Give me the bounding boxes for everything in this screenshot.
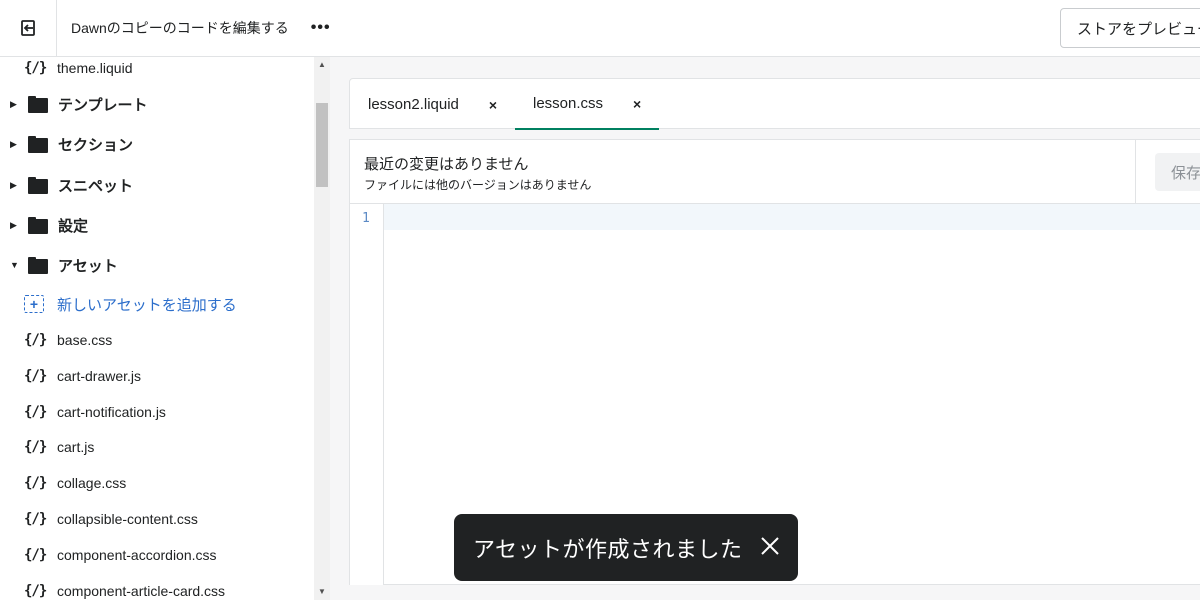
folder-icon	[28, 217, 48, 234]
file-tree-sidebar: {/} theme.liquid ▶ テンプレート ▶ セクション ▶ スニペッ…	[0, 57, 330, 600]
folder-icon	[28, 177, 48, 194]
exit-arrow-icon	[21, 20, 35, 36]
tab-lesson2-liquid[interactable]: lesson2.liquid ×	[368, 79, 497, 130]
tab-close-icon[interactable]: ×	[489, 97, 497, 113]
add-asset-label: 新しいアセットを追加する	[57, 296, 237, 314]
file-item-collage-css[interactable]: {/} collage.css	[0, 467, 314, 499]
caret-right-icon: ▶	[10, 179, 17, 190]
file-item-label: cart-drawer.js	[57, 368, 142, 384]
file-item-component-accordion-css[interactable]: {/} component-accordion.css	[0, 539, 314, 571]
tab-lesson-css[interactable]: lesson.css ×	[515, 79, 660, 130]
file-item-label: theme.liquid	[57, 60, 133, 76]
file-item-label: component-accordion.css	[57, 547, 217, 563]
tab-label: lesson.css	[533, 95, 604, 112]
add-file-icon: +	[24, 295, 44, 313]
toast-message: アセットが作成されました	[473, 536, 743, 562]
code-file-icon: {/}	[24, 332, 47, 348]
file-item-label: collapsible-content.css	[57, 511, 198, 527]
scrollbar-thumb[interactable]	[316, 103, 328, 187]
folder-templates[interactable]: ▶ テンプレート	[0, 88, 314, 120]
tab-label: lesson2.liquid	[368, 96, 459, 113]
caret-right-icon: ▶	[10, 98, 17, 109]
line-number-gutter: 1	[350, 204, 384, 585]
code-file-icon: {/}	[24, 404, 47, 420]
folder-sections[interactable]: ▶ セクション	[0, 128, 314, 160]
file-item-cart-notification-js[interactable]: {/} cart-notification.js	[0, 396, 314, 428]
file-item-label: cart-notification.js	[57, 404, 166, 420]
folder-assets[interactable]: ▼ アセット	[0, 249, 314, 281]
folder-label: セクション	[58, 136, 134, 154]
file-item-label: collage.css	[57, 475, 127, 491]
page-title: Dawnのコピーのコードを編集する	[71, 20, 289, 36]
version-status-subtitle: ファイルには他のバージョンはありません	[364, 178, 592, 192]
sidebar-scrollbar[interactable]: ▲ ▼	[314, 57, 330, 600]
code-file-icon: {/}	[24, 368, 47, 384]
folder-icon	[28, 136, 48, 153]
close-icon[interactable]	[758, 534, 782, 558]
caret-right-icon: ▶	[10, 219, 17, 230]
scroll-down-arrow-icon[interactable]: ▼	[314, 584, 330, 600]
file-item-theme-liquid[interactable]: {/} theme.liquid	[0, 57, 314, 84]
header-divider	[1135, 140, 1136, 204]
folder-label: アセット	[58, 257, 118, 275]
code-file-icon: {/}	[24, 511, 47, 527]
code-file-icon: {/}	[24, 439, 47, 455]
folder-snippets[interactable]: ▶ スニペット	[0, 169, 314, 201]
add-new-asset-link[interactable]: + 新しいアセットを追加する	[0, 288, 314, 320]
code-file-icon: {/}	[24, 60, 47, 76]
toast-notification: アセットが作成されました	[454, 514, 798, 581]
more-actions-button[interactable]: •••	[311, 19, 331, 37]
preview-store-button[interactable]: ストアをプレビュー	[1060, 8, 1200, 48]
save-button[interactable]: 保存する	[1155, 153, 1200, 191]
file-item-component-article-card-css[interactable]: {/} component-article-card.css	[0, 575, 314, 600]
caret-down-icon: ▼	[10, 260, 19, 270]
file-item-base-css[interactable]: {/} base.css	[0, 324, 314, 356]
file-item-label: base.css	[57, 332, 113, 348]
code-file-icon: {/}	[24, 583, 47, 599]
folder-icon	[28, 96, 48, 113]
folder-label: テンプレート	[58, 96, 148, 114]
code-file-icon: {/}	[24, 475, 47, 491]
version-status-title: 最近の変更はありません	[364, 156, 529, 173]
folder-label: 設定	[58, 217, 89, 235]
folder-label: スニペット	[58, 177, 134, 195]
code-file-icon: {/}	[24, 547, 47, 563]
caret-right-icon: ▶	[10, 138, 17, 149]
file-item-collapsible-content-css[interactable]: {/} collapsible-content.css	[0, 503, 314, 535]
folder-icon	[28, 257, 48, 274]
file-item-cart-js[interactable]: {/} cart.js	[0, 431, 314, 463]
file-item-label: component-article-card.css	[57, 583, 226, 599]
editor-header: 最近の変更はありません ファイルには他のバージョンはありません 保存する	[350, 140, 1200, 204]
file-item-cart-drawer-js[interactable]: {/} cart-drawer.js	[0, 360, 314, 392]
exit-editor-button[interactable]	[0, 0, 57, 56]
folder-settings[interactable]: ▶ 設定	[0, 209, 314, 241]
file-item-label: cart.js	[57, 439, 95, 455]
line-number: 1	[362, 211, 370, 226]
editor-tab-bar: lesson2.liquid × lesson.css ×	[349, 78, 1200, 130]
active-code-line[interactable]	[384, 204, 1200, 230]
tab-close-icon[interactable]: ×	[633, 96, 641, 112]
top-bar: Dawnのコピーのコードを編集する ••• ストアをプレビュー	[0, 0, 1200, 57]
scroll-up-arrow-icon[interactable]: ▲	[314, 57, 330, 73]
